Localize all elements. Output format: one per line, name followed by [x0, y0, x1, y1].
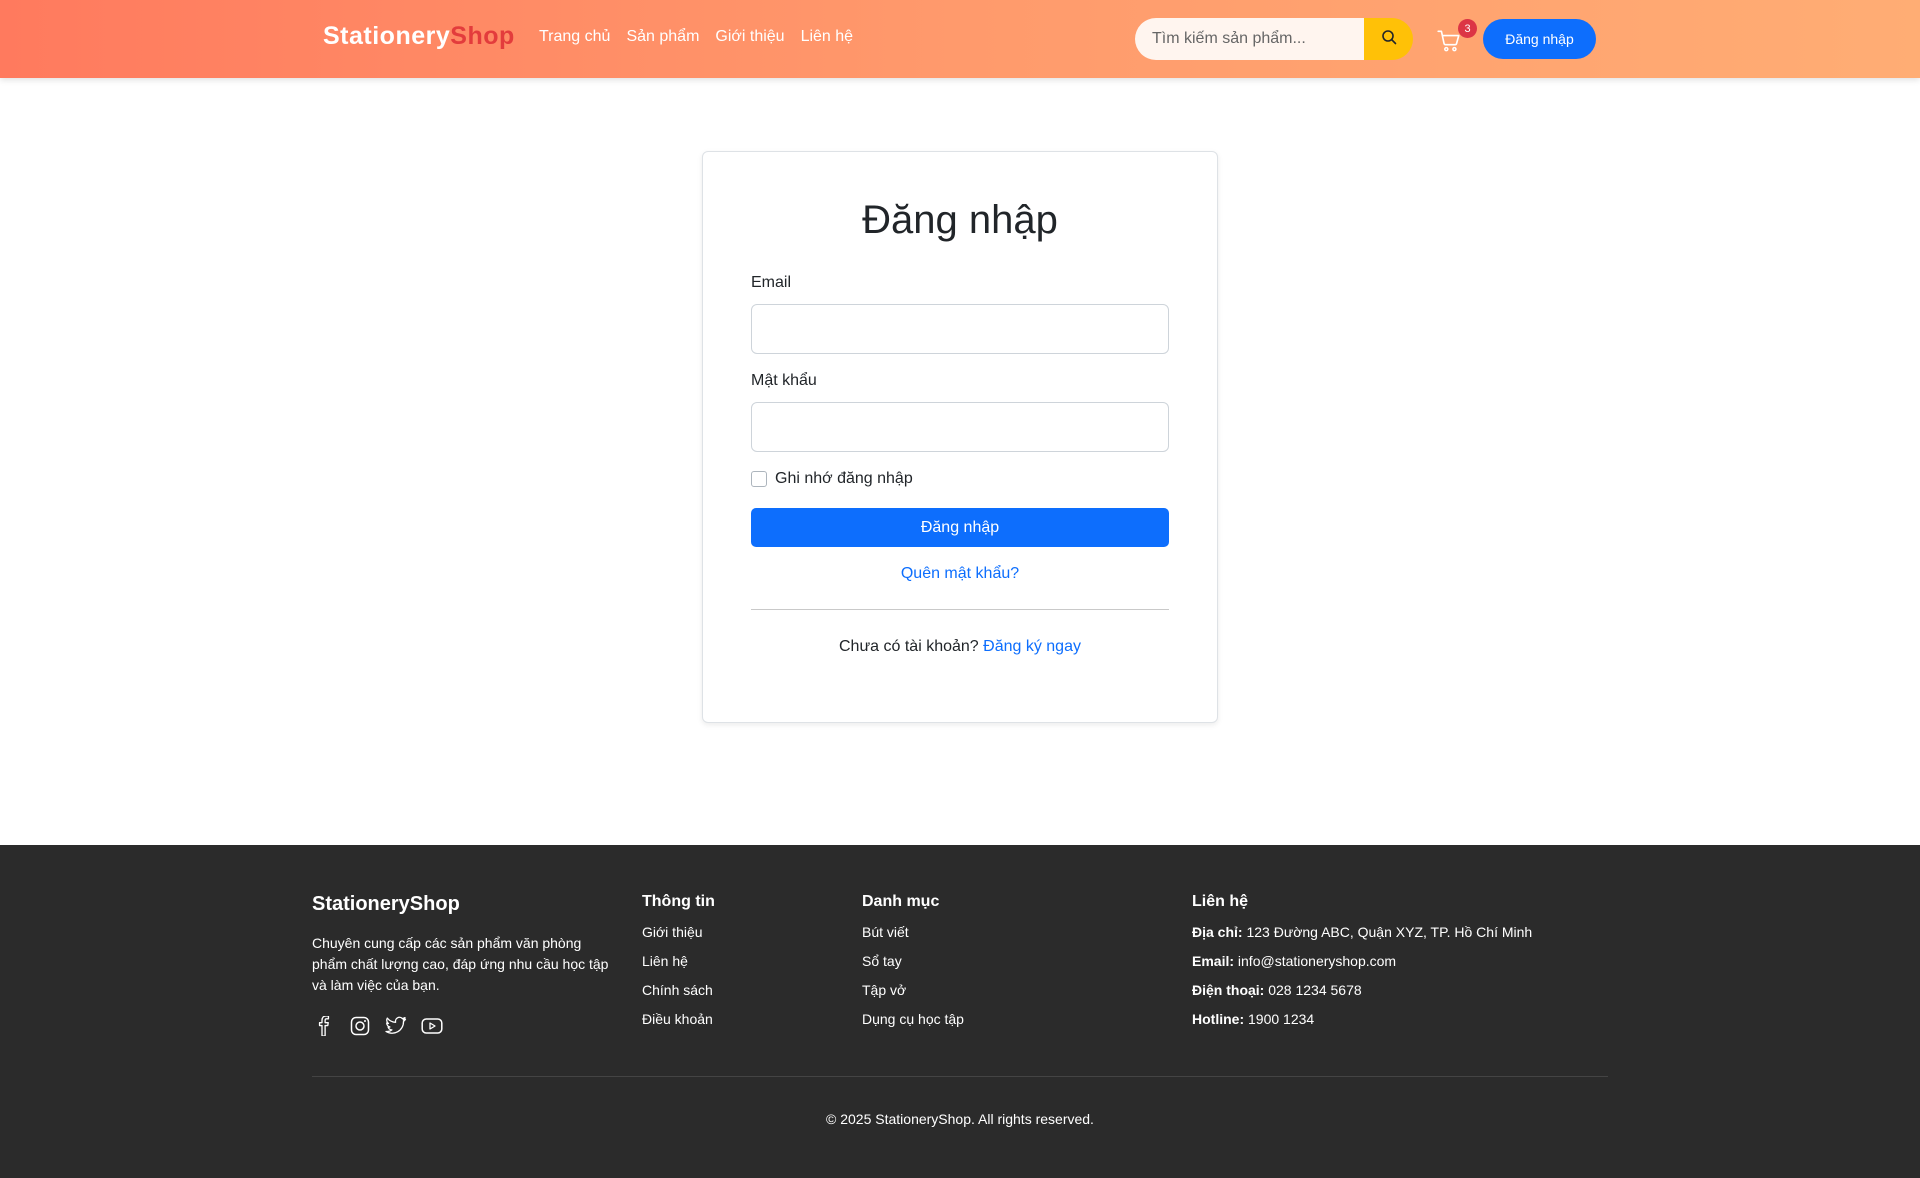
main-nav: Trang chủ Sản phẩm Giới thiệu Liên hệ	[539, 28, 853, 46]
footer-info-heading: Thông tin	[642, 893, 715, 910]
footer-categories-heading: Danh mục	[862, 893, 940, 910]
nav-item-contact[interactable]: Liên hệ	[801, 28, 854, 46]
address-value: 123 Đường ABC, Quận XYZ, TP. Hồ Chí Minh	[1246, 924, 1533, 940]
footer-categories-column: Danh mục Bút viết Sổ tay Tập vở Dụng cụ …	[862, 893, 964, 1039]
password-label: Mật khẩu	[751, 372, 817, 389]
search-bar	[1135, 18, 1413, 60]
facebook-icon[interactable]	[312, 1014, 336, 1038]
search-icon	[1381, 29, 1397, 50]
footer-link-school-supplies[interactable]: Dụng cụ học tập	[862, 1010, 964, 1028]
header-login-button[interactable]: Đăng nhập	[1483, 19, 1596, 59]
remember-me-checkbox[interactable]	[751, 471, 767, 487]
footer-link-pens[interactable]: Bút viết	[862, 923, 964, 941]
site-footer: StationeryShop Chuyên cung cấp các sản p…	[0, 845, 1920, 1178]
brand-logo[interactable]: StationeryShop	[323, 22, 515, 51]
brand-text-stationery: Stationery	[323, 22, 451, 50]
twitter-icon[interactable]	[384, 1014, 408, 1038]
signup-link[interactable]: Đăng ký ngay	[983, 638, 1081, 655]
footer-phone: Điện thoại: 028 1234 5678	[1192, 981, 1532, 999]
footer-hotline: Hotline: 1900 1234	[1192, 1010, 1532, 1028]
footer-link-notebooks[interactable]: Sổ tay	[862, 952, 964, 970]
footer-divider	[312, 1076, 1608, 1077]
search-button[interactable]	[1364, 18, 1413, 60]
footer-info-column: Thông tin Giới thiệu Liên hệ Chính sách …	[642, 893, 715, 1039]
nav-item-products[interactable]: Sản phẩm	[626, 28, 699, 46]
login-submit-button[interactable]: Đăng nhập	[751, 508, 1169, 547]
email-label: Email	[751, 274, 792, 291]
remember-me-row: Ghi nhớ đăng nhập	[751, 470, 913, 488]
login-card: Đăng nhập Email Mật khẩu Ghi nhớ đăng nh…	[702, 151, 1218, 723]
login-title: Đăng nhập	[862, 198, 1058, 242]
footer-link-contact[interactable]: Liên hệ	[642, 952, 715, 970]
brand-text-shop: Shop	[450, 22, 515, 50]
forgot-password-link[interactable]: Quên mật khẩu?	[703, 565, 1217, 583]
footer-link-exercise-books[interactable]: Tập vở	[862, 981, 964, 999]
hotline-label: Hotline:	[1192, 1011, 1245, 1027]
email-field[interactable]	[751, 304, 1169, 354]
footer-email: Email: info@stationeryshop.com	[1192, 952, 1532, 970]
footer-link-terms[interactable]: Điều khoản	[642, 1010, 715, 1028]
footer-link-policy[interactable]: Chính sách	[642, 981, 715, 999]
nav-item-home[interactable]: Trang chủ	[539, 28, 610, 46]
footer-description: Chuyên cung cấp các sản phẩm văn phòng p…	[312, 935, 609, 993]
nav-item-about[interactable]: Giới thiệu	[715, 28, 784, 46]
no-account-text: Chưa có tài khoản?	[839, 638, 979, 655]
instagram-icon[interactable]	[348, 1014, 372, 1038]
footer-contact-heading: Liên hệ	[1192, 893, 1249, 910]
phone-label: Điện thoại:	[1192, 982, 1265, 998]
remember-me-label[interactable]: Ghi nhớ đăng nhập	[775, 470, 913, 488]
social-links	[312, 1014, 444, 1038]
form-divider	[751, 609, 1169, 610]
footer-link-about[interactable]: Giới thiệu	[642, 923, 715, 941]
signup-prompt: Chưa có tài khoản? Đăng ký ngay	[703, 638, 1217, 656]
search-input[interactable]	[1135, 18, 1364, 60]
footer-address: Địa chỉ: 123 Đường ABC, Quận XYZ, TP. Hồ…	[1192, 923, 1532, 941]
youtube-icon[interactable]	[420, 1014, 444, 1038]
email-contact-value: info@stationeryshop.com	[1237, 953, 1397, 969]
footer-contact-column: Liên hệ Địa chỉ: 123 Đường ABC, Quận XYZ…	[1192, 893, 1532, 1039]
email-contact-label: Email:	[1192, 953, 1235, 969]
hotline-value: 1900 1234	[1248, 1011, 1315, 1027]
copyright-text: © 2025 StationeryShop. All rights reserv…	[826, 1111, 1094, 1127]
password-field[interactable]	[751, 402, 1169, 452]
phone-value: 028 1234 5678	[1268, 982, 1362, 998]
footer-brand: StationeryShop	[312, 893, 460, 915]
cart-count-badge: 3	[1458, 19, 1477, 38]
address-label: Địa chỉ:	[1192, 924, 1243, 940]
top-header: StationeryShop Trang chủ Sản phẩm Giới t…	[0, 0, 1920, 78]
